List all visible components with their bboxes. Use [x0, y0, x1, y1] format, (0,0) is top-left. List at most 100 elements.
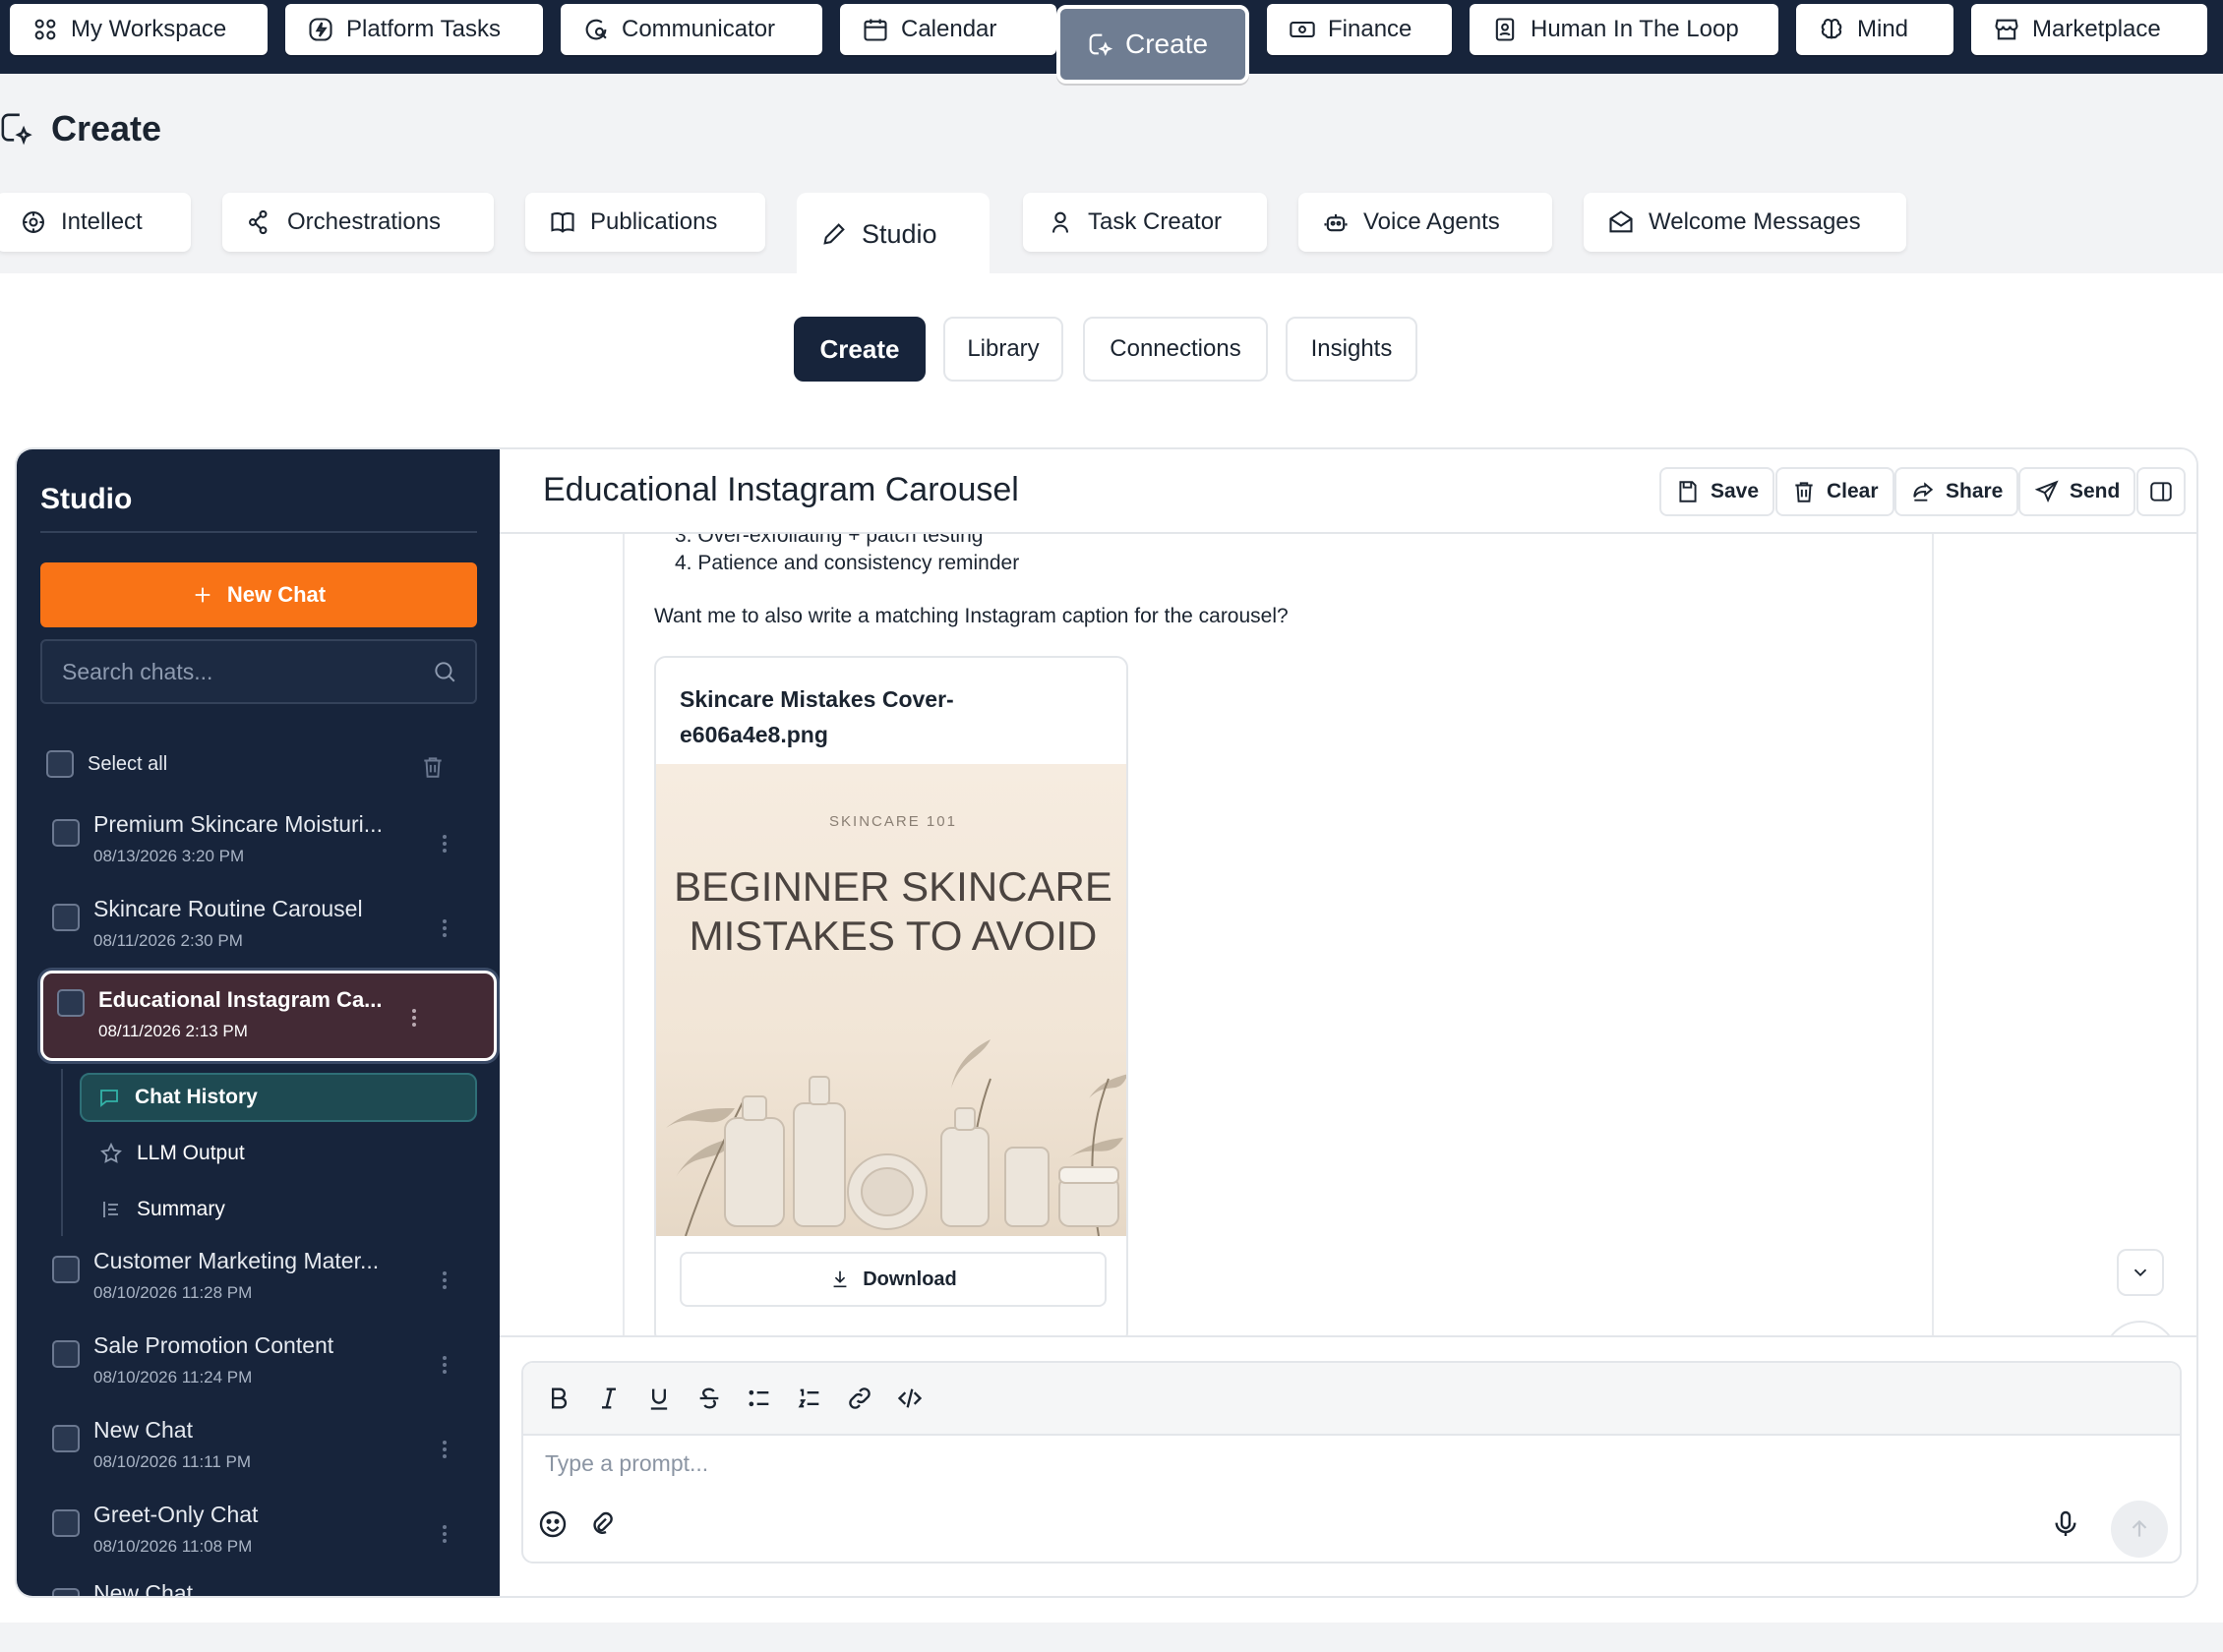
- scroll-down-button[interactable]: [2117, 1249, 2164, 1296]
- chat-title-heading: Educational Instagram Carousel: [543, 471, 1019, 508]
- nav-human-in-the-loop[interactable]: Human In The Loop: [1470, 4, 1778, 55]
- tab-label: Studio: [862, 218, 937, 249]
- sidebar-panel-icon: [2148, 479, 2174, 504]
- nav-calendar[interactable]: Calendar: [840, 4, 1056, 55]
- chat-list-item[interactable]: Sale Promotion Content 08/10/2026 11:24 …: [52, 1332, 485, 1401]
- numbered-list-icon: [798, 1388, 819, 1408]
- tab-label: Voice Agents: [1363, 208, 1500, 235]
- more-icon[interactable]: [440, 1519, 450, 1549]
- tab-voice-agents[interactable]: Voice Agents: [1298, 193, 1552, 252]
- tab-task-creator[interactable]: Task Creator: [1023, 193, 1267, 252]
- more-icon[interactable]: [440, 1266, 450, 1295]
- nav-label: Mind: [1857, 16, 1909, 42]
- more-icon[interactable]: [440, 1435, 450, 1464]
- send-button[interactable]: Send: [2018, 467, 2136, 516]
- tab-publications[interactable]: Publications: [525, 193, 765, 252]
- select-all[interactable]: Select all: [46, 750, 167, 778]
- chat-date: 08/10/2026 11:11 PM: [93, 1452, 252, 1471]
- chat-checkbox[interactable]: [52, 819, 80, 847]
- chat-list-item[interactable]: Skincare Routine Carousel 08/11/2026 2:3…: [52, 896, 485, 965]
- chat-date: 08/11/2026 2:13 PM: [98, 1022, 248, 1040]
- subtab-connections[interactable]: Connections: [1083, 317, 1268, 382]
- chat-list-item[interactable]: New Chat 08/10/2026 11:11 PM: [52, 1417, 485, 1486]
- microphone-icon[interactable]: [2050, 1508, 2081, 1540]
- chat-title: Skincare Routine Carousel: [93, 896, 363, 921]
- tab-studio[interactable]: Studio: [797, 193, 990, 275]
- strikethrough-button[interactable]: [693, 1383, 725, 1414]
- nav-mind[interactable]: Mind: [1796, 4, 1953, 55]
- chat-sidebar: Studio New Chat Select all Premium Skinc…: [17, 449, 500, 1596]
- tab-welcome-messages[interactable]: Welcome Messages: [1584, 193, 1906, 252]
- chat-list-item[interactable]: Customer Marketing Mater... 08/10/2026 1…: [52, 1248, 485, 1317]
- nav-label: My Workspace: [71, 16, 227, 42]
- more-icon[interactable]: [409, 1003, 419, 1032]
- chat-checkbox[interactable]: [52, 904, 80, 931]
- conversation-area: 3. Over-exfoliating + patch testing 4. P…: [500, 534, 2196, 1335]
- chat-list-item[interactable]: Premium Skincare Moisturi... 08/13/2026 …: [52, 811, 485, 880]
- new-chat-button[interactable]: New Chat: [40, 562, 477, 627]
- clear-button[interactable]: Clear: [1775, 467, 1894, 516]
- nav-marketplace[interactable]: Marketplace: [1971, 4, 2207, 55]
- more-icon[interactable]: [440, 1350, 450, 1380]
- chat-title: New Chat: [93, 1580, 193, 1598]
- select-all-checkbox[interactable]: [46, 750, 74, 778]
- nav-create[interactable]: Create: [1056, 5, 1249, 84]
- more-icon[interactable]: [440, 914, 450, 943]
- bold-icon: [552, 1387, 568, 1409]
- strikethrough-icon: [699, 1387, 719, 1409]
- more-icon[interactable]: [440, 829, 450, 858]
- nav-platform-tasks[interactable]: Platform Tasks: [285, 4, 543, 55]
- chat-checkbox[interactable]: [52, 1509, 80, 1537]
- underline-button[interactable]: [643, 1383, 675, 1414]
- download-button[interactable]: Download: [680, 1252, 1107, 1307]
- bold-button[interactable]: [543, 1383, 574, 1414]
- numbered-list-button[interactable]: [794, 1383, 825, 1414]
- chat-checkbox[interactable]: [52, 1340, 80, 1368]
- cog-icon: [20, 208, 47, 236]
- prompt-input[interactable]: [543, 1449, 2117, 1478]
- chat-checkbox[interactable]: [52, 1425, 80, 1452]
- toggle-panel-button[interactable]: [2136, 467, 2186, 516]
- trash-icon[interactable]: [420, 754, 446, 780]
- assistant-message: 3. Over-exfoliating + patch testing 4. P…: [623, 534, 1934, 1335]
- nav-finance[interactable]: Finance: [1267, 4, 1452, 55]
- emoji-icon[interactable]: [537, 1508, 569, 1540]
- chat-date: 08/13/2026 3:20 PM: [93, 847, 245, 865]
- formatting-toolbar: [523, 1363, 2180, 1436]
- share-button[interactable]: Share: [1894, 467, 2019, 516]
- code-button[interactable]: [894, 1383, 926, 1414]
- subtab-library[interactable]: Library: [943, 317, 1063, 382]
- image-preview[interactable]: SKINCARE 101 BEGINNER SKINCARE MISTAKES …: [656, 764, 1126, 1236]
- italic-button[interactable]: [593, 1383, 625, 1414]
- chat-checkbox[interactable]: [52, 1256, 80, 1283]
- tab-orchestrations[interactable]: Orchestrations: [222, 193, 494, 252]
- top-navigation: My Workspace Platform Tasks Communicator…: [0, 0, 2223, 84]
- chat-title: Premium Skincare Moisturi...: [93, 811, 383, 837]
- summary-item[interactable]: Summary: [84, 1185, 241, 1234]
- search-input[interactable]: [60, 657, 432, 686]
- store-icon: [1993, 16, 2020, 43]
- subtab-create[interactable]: Create: [794, 317, 926, 382]
- tab-intellect[interactable]: Intellect: [0, 193, 191, 252]
- chat-date: 08/10/2026 11:08 PM: [93, 1537, 253, 1556]
- llm-output-item[interactable]: LLM Output: [84, 1129, 261, 1178]
- attachment-icon[interactable]: [586, 1508, 618, 1540]
- nav-communicator[interactable]: Communicator: [561, 4, 822, 55]
- save-button[interactable]: Save: [1659, 467, 1775, 516]
- sub-item-label: Chat History: [135, 1086, 258, 1108]
- send-prompt-button[interactable]: [2111, 1501, 2168, 1558]
- chat-list-item[interactable]: Greet-Only Chat 08/10/2026 11:08 PM: [52, 1502, 485, 1570]
- magic-wand-button[interactable]: [2103, 1321, 2178, 1335]
- mail-icon: [1607, 208, 1635, 236]
- calendar-icon: [862, 16, 889, 43]
- chat-checkbox[interactable]: [57, 989, 85, 1017]
- chat-list-item-active[interactable]: Educational Instagram Ca... 08/11/2026 2…: [40, 971, 497, 1061]
- link-button[interactable]: [844, 1383, 875, 1414]
- bullet-list-button[interactable]: [744, 1383, 775, 1414]
- nav-my-workspace[interactable]: My Workspace: [10, 4, 268, 55]
- nav-label: Finance: [1328, 16, 1412, 42]
- chat-checkbox[interactable]: [52, 1588, 80, 1596]
- chat-history-item[interactable]: Chat History: [80, 1073, 477, 1122]
- subtab-insights[interactable]: Insights: [1286, 317, 1417, 382]
- chat-list-item[interactable]: New Chat: [52, 1580, 485, 1598]
